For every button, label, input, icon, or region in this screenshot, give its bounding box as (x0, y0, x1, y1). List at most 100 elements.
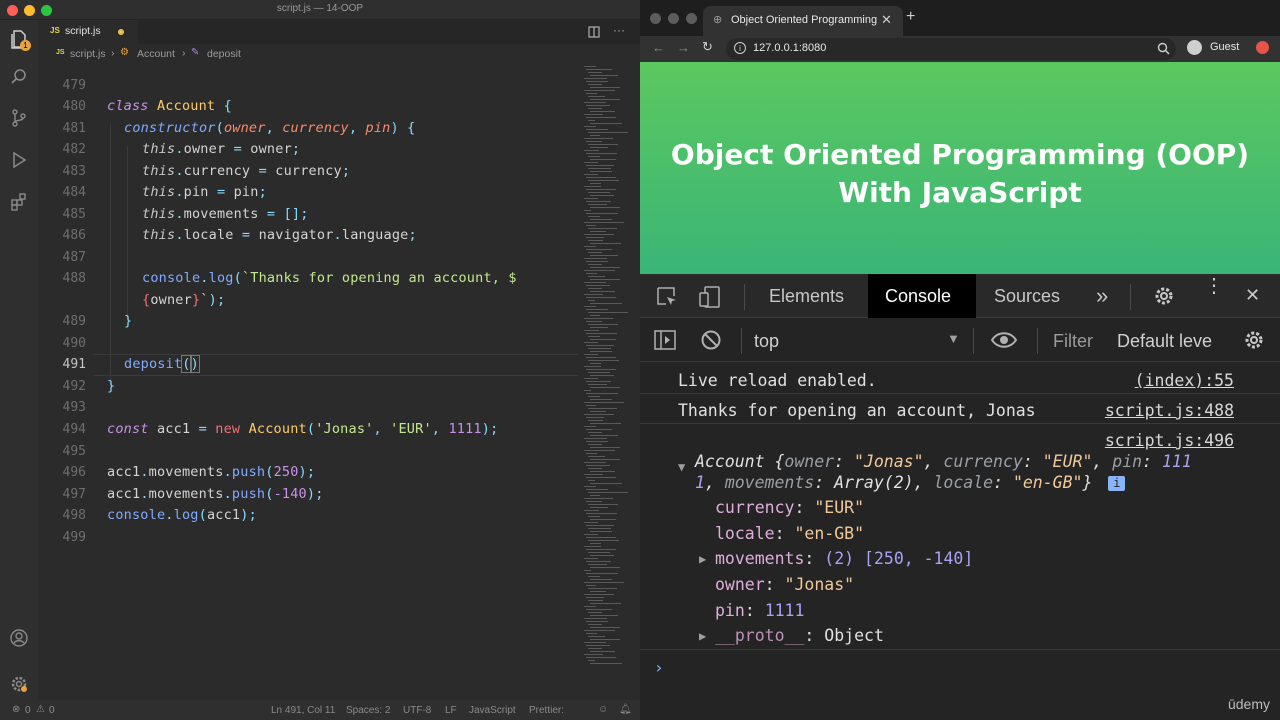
more-options-icon[interactable]: ⋮ (1204, 276, 1224, 296)
tab-console: Console (885, 286, 952, 306)
minimap-line (586, 249, 612, 250)
tab-script-js[interactable]: JS script.js (38, 20, 138, 44)
minimap-line (584, 546, 601, 547)
expand-triangle-icon[interactable]: ▶ (699, 629, 706, 643)
split-editor-icon[interactable] (588, 26, 600, 38)
minimap-line (588, 444, 603, 445)
console-input[interactable] (678, 654, 1258, 682)
error-icon[interactable]: ⊗ (12, 704, 20, 715)
console-source-link[interactable]: script.js:488 (1105, 401, 1234, 420)
feedback-icon[interactable]: ☺ (598, 704, 608, 715)
back-arrow-icon[interactable]: ← (652, 40, 665, 55)
close-window-button[interactable] (650, 13, 661, 24)
log-levels-dropdown[interactable]: Default leve (1117, 331, 1212, 352)
source-control-icon[interactable] (9, 108, 29, 128)
console-settings-gear-icon[interactable] (1243, 329, 1265, 351)
close-devtools-icon[interactable]: ✕ (1245, 285, 1260, 306)
breadcrumb-method[interactable]: deposit (207, 48, 241, 60)
url-text: 127.0.0.1:8080 (753, 42, 827, 54)
line-ending[interactable]: LF (445, 705, 457, 716)
breadcrumb-class[interactable]: Account (137, 48, 175, 60)
minimap-line (586, 621, 608, 622)
profile-name[interactable]: Guest (1210, 41, 1239, 53)
line-number: 492 (62, 379, 86, 394)
prettier-status[interactable]: Prettier: (529, 705, 564, 716)
filter-input[interactable]: Filter (1053, 331, 1093, 352)
tab-console-active[interactable]: Console (868, 274, 976, 318)
new-tab-icon[interactable]: + (906, 8, 915, 26)
indentation[interactable]: Spaces: 2 (346, 705, 390, 716)
browser-tab[interactable]: ⊕ Object Oriented Programming ✕ (703, 6, 903, 36)
object-summary[interactable]: Account {owner: "Jonas", currency: "EUR"… (695, 451, 1240, 493)
more-tabs-icon[interactable]: » (1096, 283, 1108, 309)
encoding[interactable]: UTF-8 (403, 705, 431, 716)
minimap-line (584, 210, 591, 211)
minimize-window-button[interactable] (668, 13, 679, 24)
search-icon[interactable] (9, 67, 29, 87)
search-icon[interactable] (1157, 42, 1170, 55)
minimap-line (590, 531, 612, 532)
address-bar[interactable]: i 127.0.0.1:8080 (726, 38, 1176, 60)
warning-count[interactable]: 0 (49, 705, 55, 716)
accounts-icon[interactable] (9, 628, 29, 648)
zoom-window-button[interactable] (686, 13, 697, 24)
error-count[interactable]: 0 (25, 705, 31, 716)
reload-icon[interactable]: ↻ (702, 39, 713, 55)
more-actions-icon[interactable]: ··· (613, 23, 625, 37)
code-editor[interactable]: 479 480 481 482 483 484 485 486 487 488 489 490 491 4… (38, 64, 578, 700)
class-icon: ⚙ (120, 47, 129, 58)
minimap-line (584, 294, 604, 295)
minimap-line (590, 423, 621, 424)
minimap-line (590, 159, 616, 160)
console-output[interactable]: Live reload enabled. (index):55 Thanks f… (640, 362, 1280, 720)
explorer-icon[interactable]: 1 (9, 29, 31, 51)
tab-elements[interactable]: Elements (769, 286, 844, 307)
run-debug-icon[interactable] (9, 150, 29, 170)
object-property[interactable]: __proto__: Object (715, 626, 884, 645)
live-expression-eye-icon[interactable] (990, 331, 1018, 349)
console-source-link[interactable]: (index):55 (1135, 371, 1234, 390)
code-line-488-wrap: {owner}`); (142, 292, 226, 308)
settings-gear-icon[interactable] (1153, 285, 1175, 307)
warning-icon[interactable]: ⚠ (36, 704, 45, 715)
expand-triangle-icon[interactable]: ▼ (678, 460, 685, 474)
device-toolbar-icon[interactable] (698, 285, 722, 309)
minimap-line (586, 129, 609, 130)
breadcrumb-file[interactable]: script.js (70, 48, 106, 60)
tab-sources[interactable]: Sources (994, 286, 1060, 307)
info-badge-icon[interactable]: i (1108, 476, 1126, 491)
minimap-line (590, 123, 623, 124)
expand-triangle-icon[interactable]: ▶ (699, 552, 706, 566)
forward-arrow-icon[interactable]: → (677, 40, 690, 55)
minimap-line (588, 324, 619, 325)
notifications-icon[interactable]: 🔔︎ (619, 704, 632, 715)
code-line-498: console.log(acc1); (107, 507, 257, 523)
minimap-line (590, 183, 601, 184)
settings-gear-icon[interactable] (9, 674, 29, 694)
avatar[interactable] (1187, 40, 1202, 55)
minimap-line (584, 150, 600, 151)
chevron-right-icon: › (182, 47, 186, 59)
close-tab-icon[interactable]: ✕ (881, 12, 892, 28)
object-property[interactable]: movements: (2) [250, -140] (715, 549, 973, 568)
minimap-line (588, 84, 603, 85)
inspect-element-icon[interactable] (656, 286, 678, 308)
minimap-line (584, 474, 604, 475)
dropdown-arrow-icon: ▼ (947, 331, 960, 346)
extensions-icon[interactable] (9, 192, 29, 212)
toggle-sidebar-icon[interactable] (654, 329, 676, 351)
unsaved-dot-icon[interactable] (118, 29, 124, 35)
update-menu-icon[interactable] (1256, 41, 1269, 54)
line-number: 479 (62, 78, 86, 93)
console-prompt-icon: › (654, 658, 664, 677)
minimap[interactable] (580, 64, 630, 674)
clear-console-icon[interactable] (700, 329, 722, 351)
language-mode[interactable]: JavaScript (469, 705, 516, 716)
console-source-link[interactable]: script.js:496 (1105, 431, 1234, 450)
udemy-watermark: ūdemy (1227, 696, 1270, 712)
breadcrumb: JS script.js › ⚙ Account › ✎ deposit (38, 44, 640, 64)
minimap-line (584, 354, 599, 355)
context-selector[interactable]: top ▼ (742, 318, 966, 362)
minimap-line (588, 96, 605, 97)
cursor-position[interactable]: Ln 491, Col 11 (271, 705, 335, 716)
